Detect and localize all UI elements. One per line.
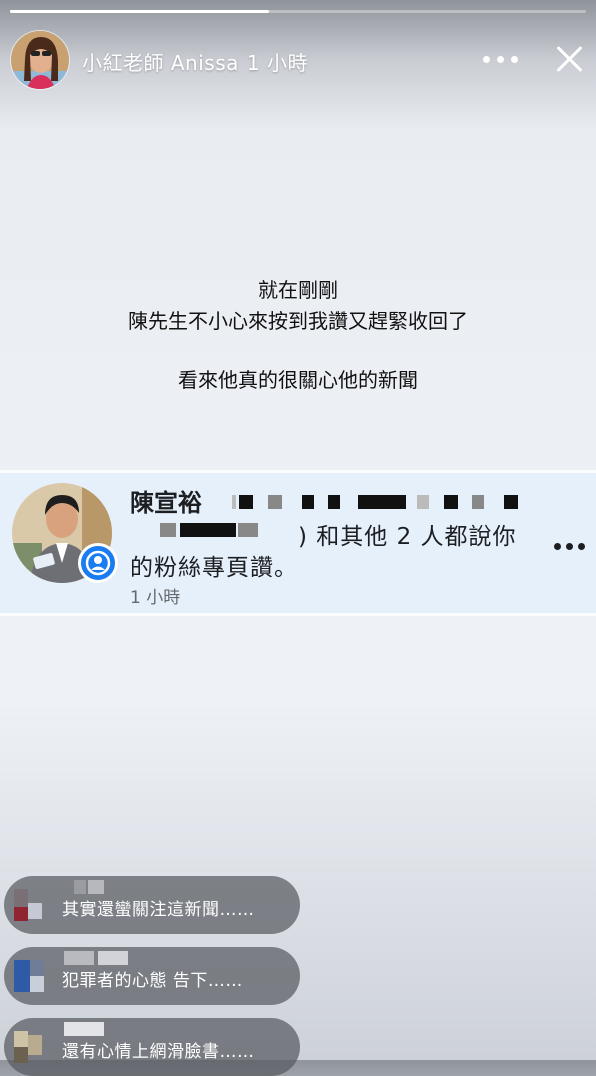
pixelated-redaction bbox=[232, 495, 522, 509]
commenter-avatar-3 bbox=[14, 1031, 48, 1063]
story-user-name[interactable]: 小紅老師 Anissa bbox=[82, 51, 239, 75]
comment-text-2: 犯罪者的心態 告下…… bbox=[62, 971, 243, 991]
notification-text-line-3: 的粉絲專頁讚。 bbox=[130, 555, 298, 581]
close-icon[interactable] bbox=[554, 44, 584, 74]
commenter-avatar-1 bbox=[14, 889, 48, 921]
notification-text-line-2: ) 和其他 2 人都說你 bbox=[298, 524, 517, 550]
person-badge-icon bbox=[78, 543, 118, 583]
commenter-avatar-2 bbox=[14, 960, 48, 992]
facebook-notification-card: 陳宣裕 ) 和其他 2 人都說你 的粉絲專頁讚。 1 小時 bbox=[0, 470, 596, 616]
caption-line-2: 陳先生不小心來按到我讚又趕緊收回了 bbox=[128, 309, 468, 333]
user-avatar[interactable] bbox=[10, 30, 70, 90]
comment-text-1: 其實還蠻關注這新聞…… bbox=[62, 900, 255, 920]
story-progress-bar bbox=[10, 10, 586, 13]
caption-line-1: 就在剛剛 bbox=[258, 278, 338, 302]
comment-bubble-1[interactable]: 其實還蠻關注這新聞…… bbox=[4, 876, 300, 934]
story-progress-fill bbox=[10, 10, 270, 13]
notification-time: 1 小時 bbox=[130, 588, 181, 608]
story-time: 1 小時 bbox=[246, 51, 308, 75]
pixelated-commenter-name-1 bbox=[74, 880, 114, 894]
story-header: 小紅老師 Anissa 1 小時 bbox=[10, 30, 586, 90]
notification-more-icon[interactable] bbox=[554, 543, 586, 551]
story-caption: 就在剛剛 陳先生不小心來按到我讚又趕緊收回了 看來他真的很關心他的新聞 bbox=[0, 275, 596, 396]
notification-actor-name[interactable]: 陳宣裕 bbox=[130, 483, 202, 518]
comment-text-3: 還有心情上網滑臉書…… bbox=[62, 1042, 255, 1062]
pixelated-commenter-name-3 bbox=[64, 1022, 134, 1036]
more-options-icon[interactable] bbox=[483, 48, 523, 70]
comment-bubble-3[interactable]: 還有心情上網滑臉書…… bbox=[4, 1018, 300, 1076]
story-user-label: 小紅老師 Anissa 1 小時 bbox=[82, 47, 308, 76]
pixelated-commenter-name-2 bbox=[64, 951, 134, 965]
pixelated-redaction-2 bbox=[160, 523, 270, 537]
caption-line-3: 看來他真的很關心他的新聞 bbox=[178, 368, 418, 392]
comment-bubble-2[interactable]: 犯罪者的心態 告下…… bbox=[4, 947, 300, 1005]
